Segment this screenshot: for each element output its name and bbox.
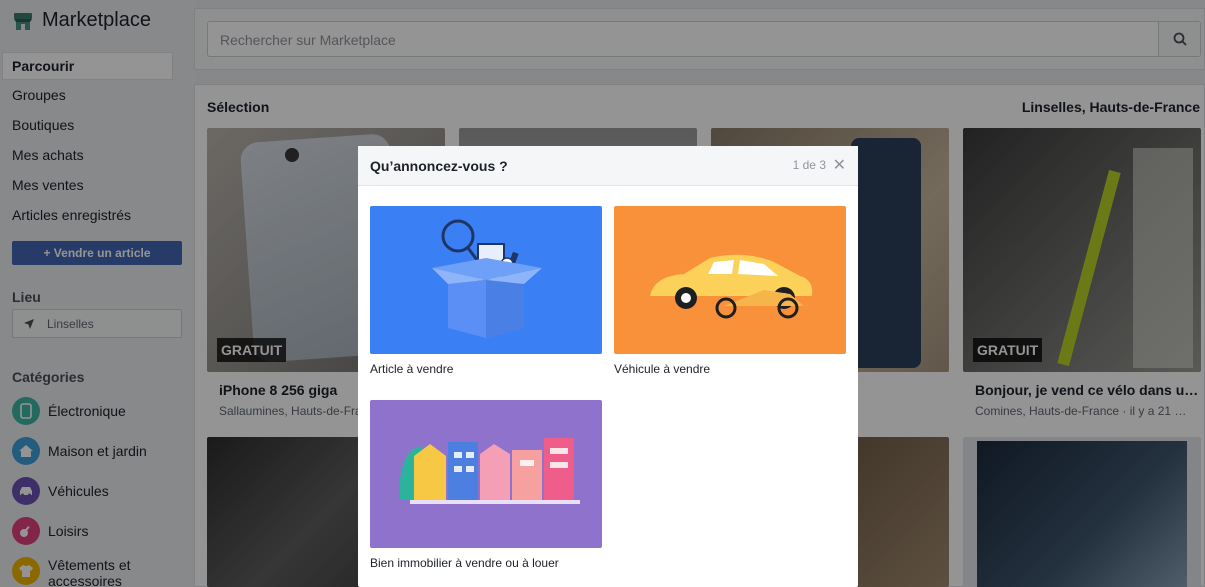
option-vehicle-for-sale[interactable]: Véhicule à vendre xyxy=(614,206,846,376)
dialog-title: Qu’annoncez-vous ? xyxy=(370,158,508,174)
vehicle-illustration xyxy=(614,206,846,354)
close-icon[interactable]: ✕ xyxy=(833,158,846,174)
dialog-step-indicator: 1 de 3 xyxy=(792,158,826,172)
create-listing-dialog: Qu’annoncez-vous ? 1 de 3 ✕ Article à ve… xyxy=(358,146,858,587)
option-label: Bien immobilier à vendre ou à louer xyxy=(370,556,559,570)
option-real-estate[interactable]: Bien immobilier à vendre ou à louer xyxy=(370,400,602,570)
option-label: Véhicule à vendre xyxy=(614,362,711,376)
dialog-header: Qu’annoncez-vous ? 1 de 3 ✕ xyxy=(358,146,858,186)
option-label: Article à vendre xyxy=(370,362,454,376)
item-box-illustration xyxy=(370,206,602,354)
option-item-for-sale[interactable]: Article à vendre xyxy=(370,206,602,376)
houses-illustration xyxy=(370,400,602,548)
